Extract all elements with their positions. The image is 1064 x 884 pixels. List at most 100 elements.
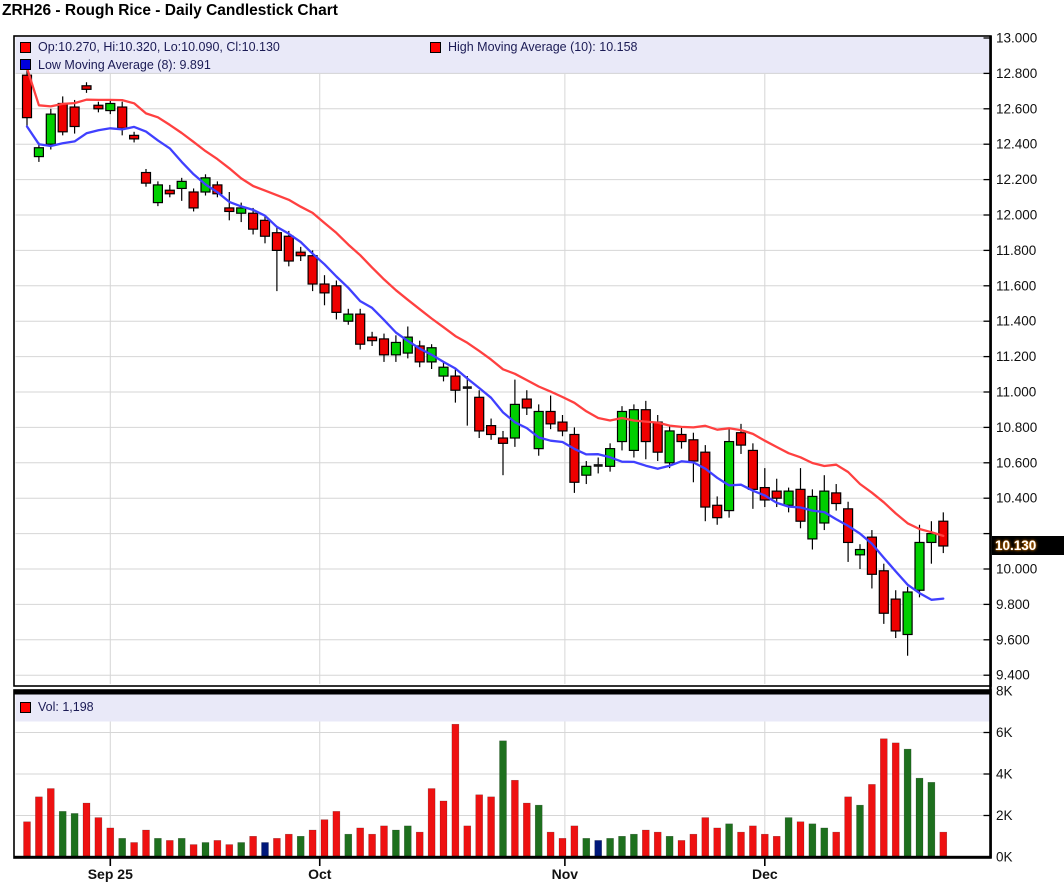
- volume-bar: [511, 780, 518, 856]
- x-axis-line: [14, 856, 991, 859]
- volume-bar: [262, 842, 269, 856]
- volume-bar: [666, 836, 673, 856]
- legend-high-ma: High Moving Average (10): 10.158: [430, 40, 637, 54]
- candle-down: [475, 397, 484, 431]
- volume-bar: [523, 803, 530, 856]
- candle-down: [249, 213, 258, 229]
- candle-up: [665, 431, 674, 463]
- volume-bar: [392, 830, 399, 856]
- volume-bar: [702, 818, 709, 856]
- candle-up: [582, 466, 591, 475]
- candlestick-chart-window: ZRH26 - Rough Rice - Daily Candlestick C…: [0, 0, 1064, 884]
- volume-bar: [928, 782, 935, 856]
- volume-bar: [476, 795, 483, 856]
- candle-up: [927, 534, 936, 543]
- y-axis-line: [989, 36, 992, 858]
- volume-bar: [773, 836, 780, 856]
- candle-down: [641, 410, 650, 442]
- volume-bar: [83, 803, 90, 856]
- candle-up: [46, 114, 55, 144]
- volume-bar: [642, 830, 649, 856]
- price-axis-label: 11.200: [996, 349, 1036, 364]
- candles: [23, 68, 948, 656]
- candle-down: [380, 339, 389, 355]
- volume-bar: [404, 826, 411, 856]
- price-axis-label: 11.800: [996, 243, 1036, 258]
- candle-down: [308, 256, 317, 284]
- candle-down: [653, 422, 662, 452]
- price-axis-label: 13.000: [996, 31, 1037, 46]
- candle-up: [784, 491, 793, 505]
- volume-bar: [500, 741, 507, 856]
- volume-bar: [559, 838, 566, 856]
- ohlc-legend-label: Op:10.270, Hi:10.320, Lo:10.090, Cl:10.1…: [38, 40, 280, 54]
- volume-bar: [24, 822, 31, 856]
- price-axis-label: 12.000: [996, 208, 1037, 223]
- volume-legend-strip: [16, 695, 991, 722]
- last-price-value: 10.130: [992, 538, 1036, 553]
- candle-up: [820, 491, 829, 523]
- volume-bar: [607, 838, 614, 856]
- candle-up: [344, 314, 353, 321]
- volume-bars: [24, 724, 947, 856]
- volume-bar: [821, 828, 828, 856]
- volume-bar: [904, 749, 911, 856]
- legend-strips: [16, 37, 991, 722]
- volume-bar: [154, 838, 161, 856]
- price-axis-label: 12.800: [996, 66, 1037, 81]
- ohlc-legend-swatch-icon: [20, 42, 31, 53]
- volume-bar: [238, 842, 245, 856]
- candle-down: [451, 376, 460, 390]
- candle-down: [320, 284, 329, 293]
- volume-bar: [131, 842, 138, 856]
- candle-down: [737, 433, 746, 445]
- candle-down: [332, 286, 341, 313]
- volume-bar: [333, 811, 340, 856]
- candle-down: [58, 103, 67, 131]
- candle-up: [629, 410, 638, 451]
- volume-bar: [880, 739, 887, 856]
- candle-up: [237, 208, 246, 213]
- volume-bar: [761, 834, 768, 856]
- chart-canvas[interactable]: 13.00012.80012.60012.40012.20012.00011.8…: [0, 0, 1064, 884]
- doji-dash: [463, 386, 472, 389]
- volume-bar: [190, 845, 197, 856]
- low-ma-legend-swatch-icon: [20, 59, 31, 70]
- volume-bar: [309, 830, 316, 856]
- volume-bar: [464, 826, 471, 856]
- candle-down: [701, 452, 710, 507]
- price-axis-label: 9.800: [996, 597, 1030, 612]
- candle-down: [261, 220, 270, 236]
- candle-up: [618, 411, 627, 441]
- candle-down: [94, 105, 103, 109]
- volume-bar: [202, 842, 209, 856]
- volume-bar: [321, 820, 328, 856]
- volume-axis-label: 2K: [996, 808, 1013, 823]
- volume-bar: [416, 832, 423, 856]
- price-axis-label: 12.400: [996, 137, 1037, 152]
- price-axis-label: 10.000: [996, 562, 1037, 577]
- volume-axis-label: 4K: [996, 767, 1013, 782]
- volume-bar: [892, 743, 899, 856]
- volume-bar: [178, 838, 185, 856]
- x-axis-month-label: Oct: [308, 866, 332, 882]
- candle-up: [391, 342, 400, 354]
- volume-bar: [273, 838, 280, 856]
- volume-bar: [619, 836, 626, 856]
- volume-axis-label: 8K: [996, 684, 1013, 699]
- candle-down: [677, 434, 686, 441]
- candle-up: [534, 411, 543, 448]
- candle-down: [558, 422, 567, 431]
- candle-down: [546, 411, 555, 423]
- candle-down: [272, 233, 281, 251]
- volume-bar: [166, 840, 173, 856]
- candle-down: [891, 599, 900, 631]
- high-ma-legend-label: High Moving Average (10): 10.158: [448, 40, 637, 54]
- volume-bar: [714, 828, 721, 856]
- volume-bar: [547, 832, 554, 856]
- candle-up: [915, 542, 924, 590]
- volume-bar: [107, 828, 114, 856]
- candle-down: [82, 86, 91, 90]
- volume-axis-label: 6K: [996, 725, 1013, 740]
- volume-bar: [297, 836, 304, 856]
